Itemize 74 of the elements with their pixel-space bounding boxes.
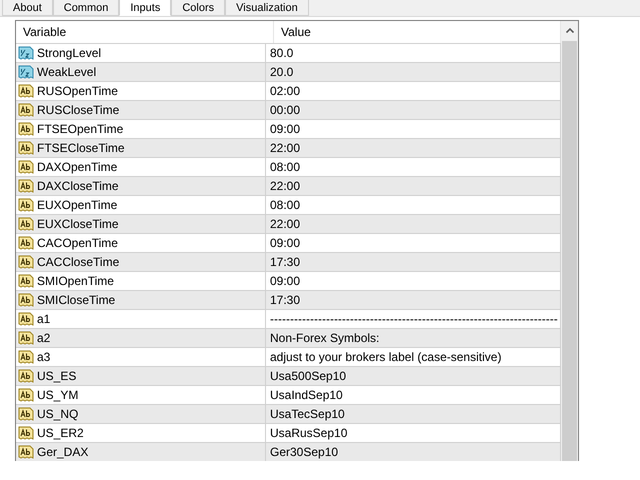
double-type-icon — [18, 64, 34, 80]
string-type-icon — [18, 368, 34, 384]
variable-name: DAXOpenTime — [37, 160, 118, 174]
string-type-icon — [18, 349, 34, 365]
variable-name: CACOpenTime — [37, 236, 118, 250]
parameter-value[interactable]: UsaRusSep10 — [270, 426, 348, 440]
string-type-icon — [18, 178, 34, 194]
parameter-value[interactable]: 08:00 — [270, 198, 300, 212]
string-type-icon — [18, 159, 34, 175]
variable-name: FTSEOpenTime — [37, 122, 124, 136]
variable-name: a1 — [37, 312, 50, 326]
variable-name: SMIOpenTime — [37, 274, 114, 288]
tab[interactable]: Colors — [171, 0, 226, 16]
variable-name: EUXOpenTime — [37, 198, 118, 212]
variable-name: Ger_DAX — [37, 445, 88, 459]
parameter-value[interactable]: 80.0 — [270, 46, 294, 60]
parameter-value[interactable]: 08:00 — [270, 160, 300, 174]
parameter-value[interactable]: ------------------------------------------------------------------------ — [270, 312, 558, 326]
string-type-icon — [18, 330, 34, 346]
string-type-icon — [18, 406, 34, 422]
parameter-value[interactable]: UsaIndSep10 — [270, 388, 343, 402]
parameter-value[interactable]: 09:00 — [270, 122, 300, 136]
double-type-icon — [18, 45, 34, 61]
parameter-value[interactable]: 22:00 — [270, 217, 300, 231]
string-type-icon — [18, 121, 34, 137]
parameter-value[interactable]: Usa500Sep10 — [270, 369, 346, 383]
parameter-value[interactable]: 09:00 — [270, 236, 300, 250]
variable-name: US_ER2 — [37, 426, 84, 440]
parameter-value[interactable]: 17:30 — [270, 255, 300, 269]
string-type-icon — [18, 273, 34, 289]
string-type-icon — [18, 216, 34, 232]
tab[interactable]: Visualization — [225, 0, 309, 16]
variable-name: CACCloseTime — [37, 255, 120, 269]
variable-name: FTSECloseTime — [37, 141, 125, 155]
string-type-icon — [18, 292, 34, 308]
string-type-icon — [18, 140, 34, 156]
variable-name: a2 — [37, 331, 50, 345]
parameter-value[interactable]: 22:00 — [270, 141, 300, 155]
scrollbar-thumb[interactable] — [562, 41, 577, 461]
variable-name: EUXCloseTime — [37, 217, 119, 231]
parameter-value[interactable]: Ger30Sep10 — [270, 445, 338, 459]
variable-name: US_ES — [37, 369, 76, 383]
string-type-icon — [18, 311, 34, 327]
string-type-icon — [18, 102, 34, 118]
variable-name: RUSCloseTime — [37, 103, 120, 117]
parameter-value[interactable]: 22:00 — [270, 179, 300, 193]
string-type-icon — [18, 235, 34, 251]
string-type-icon — [18, 387, 34, 403]
parameter-value[interactable]: UsaTecSep10 — [270, 407, 345, 421]
variable-name: WeakLevel — [37, 65, 96, 79]
parameter-value[interactable]: 09:00 — [270, 274, 300, 288]
variable-name: StrongLevel — [37, 46, 102, 60]
string-type-icon — [18, 425, 34, 441]
variable-name: US_NQ — [37, 407, 78, 421]
parameter-value[interactable]: 00:00 — [270, 103, 300, 117]
variable-name: SMICloseTime — [37, 293, 116, 307]
variable-name: DAXCloseTime — [37, 179, 119, 193]
variable-name: US_YM — [37, 388, 78, 402]
scrollbar[interactable] — [561, 21, 578, 461]
parameter-value[interactable]: Non-Forex Symbols: — [270, 331, 380, 345]
string-type-icon — [18, 197, 34, 213]
parameter-value[interactable]: 20.0 — [270, 65, 294, 79]
parameter-value[interactable]: adjust to your brokers label (case-sensitive) — [270, 350, 502, 364]
tab[interactable]: About — [2, 0, 53, 16]
string-type-icon — [18, 254, 34, 270]
parameter-value[interactable]: 02:00 — [270, 84, 300, 98]
scroll-up-icon[interactable] — [564, 26, 574, 36]
string-type-icon — [18, 83, 34, 99]
string-type-icon — [18, 444, 34, 460]
tab[interactable]: Common — [52, 0, 120, 16]
tab[interactable]: Inputs — [119, 0, 172, 16]
variable-name: RUSOpenTime — [37, 84, 118, 98]
variable-name: a3 — [37, 350, 50, 364]
parameter-value[interactable]: 17:30 — [270, 293, 300, 307]
